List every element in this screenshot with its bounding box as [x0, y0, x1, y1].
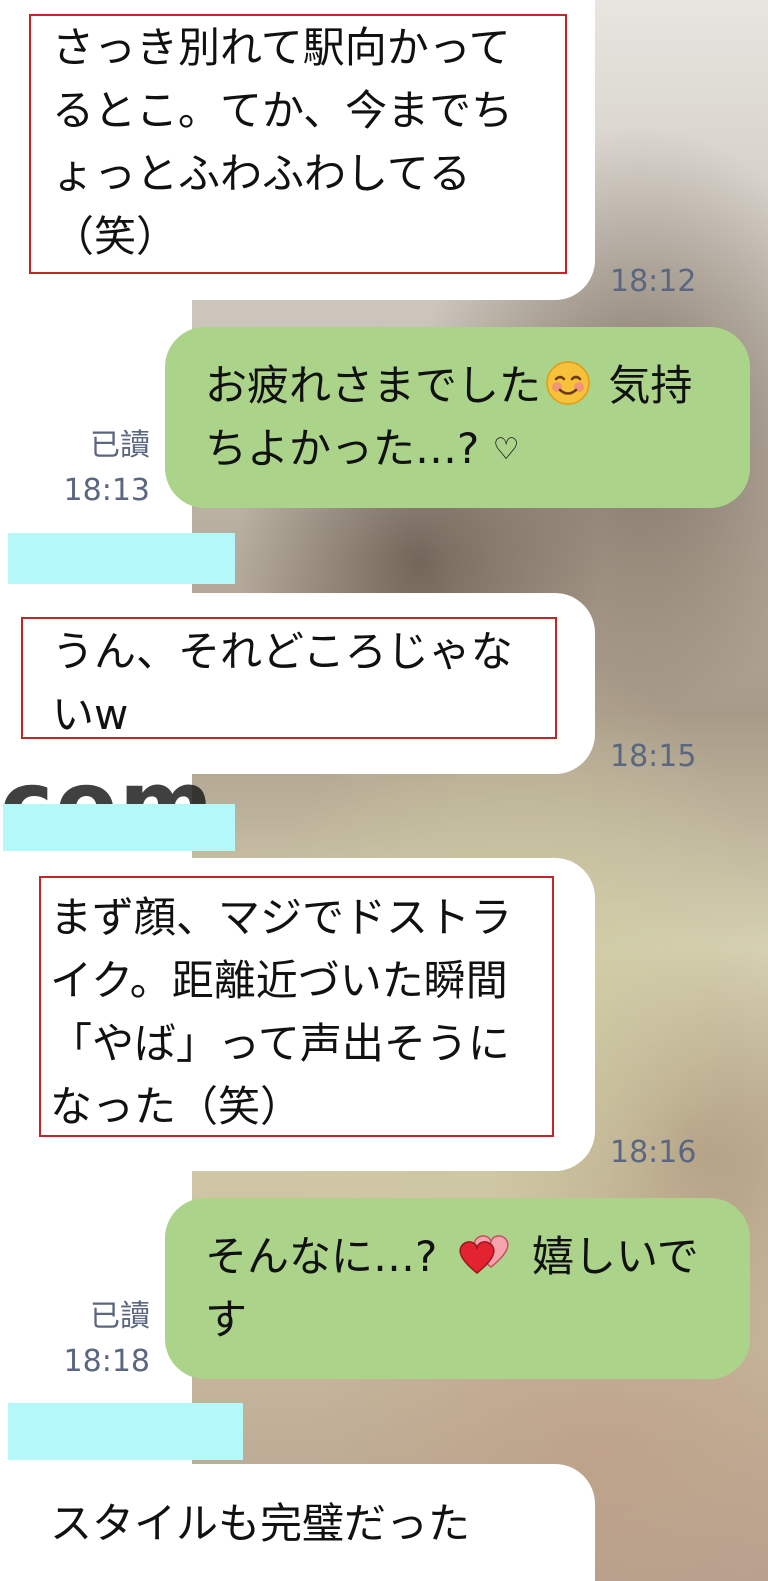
- two-hearts-icon: [459, 1235, 509, 1274]
- message-text: スタイルも完璧だった: [50, 1499, 471, 1548]
- redacted-name-bar: [8, 533, 235, 584]
- message-bubble-incoming[interactable]: スタイルも完璧だった: [0, 1464, 595, 1581]
- redacted-name-bar: [3, 804, 235, 851]
- read-receipt: 已讀: [90, 428, 150, 463]
- message-text: お疲れさまでした 気持ちよかった…? ♡: [205, 354, 715, 481]
- read-receipt: 已讀: [90, 1299, 150, 1334]
- message-meta: 已讀 18:18: [30, 1294, 150, 1384]
- message-text-part: お疲れさまでした: [205, 361, 542, 410]
- message-text-part: そんなに…?: [205, 1232, 451, 1281]
- message-timestamp: 18:18: [63, 1344, 150, 1379]
- highlight-box: [21, 617, 557, 739]
- highlight-box: [39, 876, 554, 1137]
- smiling-face-icon: [546, 361, 590, 405]
- message-timestamp: 18:12: [610, 264, 697, 299]
- message-timestamp: 18:16: [610, 1135, 697, 1170]
- message-text: そんなに…? 嬉しいです: [205, 1225, 715, 1351]
- highlight-box: [29, 14, 567, 274]
- message-meta: 已讀 18:13: [30, 423, 150, 513]
- message-timestamp: 18:13: [63, 473, 150, 508]
- redacted-name-bar: [8, 1403, 243, 1460]
- message-bubble-outgoing[interactable]: そんなに…? 嬉しいです: [165, 1198, 750, 1379]
- message-bubble-outgoing[interactable]: お疲れさまでした 気持ちよかった…? ♡: [165, 327, 750, 508]
- message-timestamp: 18:15: [610, 739, 697, 774]
- heart-symbol: ♡: [492, 432, 520, 467]
